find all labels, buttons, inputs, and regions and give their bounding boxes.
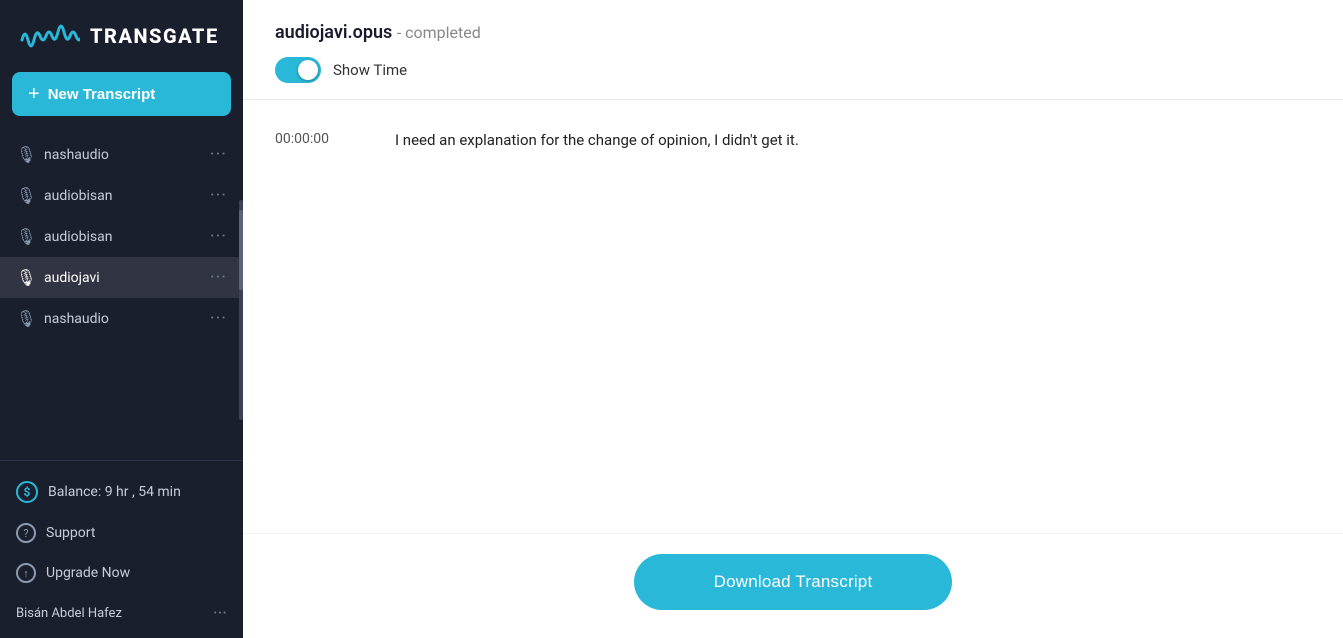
upgrade-label: Upgrade Now: [46, 565, 130, 581]
sidebar-item-label: audiobisan: [44, 188, 200, 204]
mic-icon: 🎙: [16, 145, 34, 164]
balance-icon: $: [16, 481, 38, 503]
file-status-text: - completed: [397, 23, 481, 42]
main-content: audiojavi.opus - completed Show Time 00:…: [243, 0, 1343, 638]
logo-text: TRANSGATE: [90, 24, 219, 48]
sidebar-item-audiobisan1[interactable]: 🎙 audiobisan ···: [0, 175, 243, 216]
logo-wave-icon: [20, 18, 80, 54]
toggle-row: Show Time: [275, 57, 1311, 83]
mic-icon: 🎙: [16, 186, 34, 205]
mic-icon: 🎙: [16, 268, 34, 287]
sidebar-item-nashaudio2[interactable]: 🎙 nashaudio ···: [0, 298, 243, 339]
download-area: Download Transcript: [243, 533, 1343, 638]
sidebar-scrollbar[interactable]: [239, 200, 243, 420]
sidebar-item-label: nashaudio: [44, 147, 200, 163]
show-time-toggle[interactable]: [275, 57, 321, 83]
logo-area: TRANSGATE: [0, 0, 243, 68]
upgrade-icon: ↑: [16, 563, 36, 583]
file-title: audiojavi.opus - completed: [275, 22, 1311, 43]
sidebar-bottom: $ Balance: 9 hr , 54 min ? Support ↑ Upg…: [0, 460, 243, 638]
sidebar-items-list: 🎙 nashaudio ··· 🎙 audiobisan ··· 🎙 audio…: [0, 130, 243, 460]
user-more-icon[interactable]: ···: [213, 603, 227, 624]
sidebar-scrollbar-thumb: [239, 210, 243, 290]
download-transcript-button[interactable]: Download Transcript: [634, 554, 953, 610]
transcript-text: I need an explanation for the change of …: [395, 128, 799, 152]
new-transcript-label: New Transcript: [48, 86, 156, 103]
sidebar: TRANSGATE + New Transcript 🎙 nashaudio ·…: [0, 0, 243, 638]
more-icon[interactable]: ···: [210, 144, 227, 165]
sidebar-support[interactable]: ? Support: [0, 513, 243, 553]
sidebar-item-audiobisan2[interactable]: 🎙 audiobisan ···: [0, 216, 243, 257]
plus-icon: +: [28, 84, 40, 104]
transcript-area: 00:00:00 I need an explanation for the c…: [243, 100, 1343, 533]
support-icon: ?: [16, 523, 36, 543]
user-name: Bisán Abdel Hafez: [16, 606, 203, 621]
main-header: audiojavi.opus - completed Show Time: [243, 0, 1343, 100]
filename: audiojavi.opus: [275, 22, 392, 43]
mic-icon: 🎙: [16, 227, 34, 246]
sidebar-item-label: audiobisan: [44, 229, 200, 245]
transcript-timestamp: 00:00:00: [275, 128, 355, 150]
sidebar-item-label: nashaudio: [44, 311, 200, 327]
support-label: Support: [46, 525, 95, 541]
sidebar-item-audiojavi[interactable]: 🎙 audiojavi ···: [0, 257, 243, 298]
sidebar-item-label: audiojavi: [44, 270, 200, 286]
transcript-line: 00:00:00 I need an explanation for the c…: [275, 128, 1311, 152]
sidebar-item-nashaudio1[interactable]: 🎙 nashaudio ···: [0, 134, 243, 175]
toggle-knob: [298, 60, 318, 80]
user-profile[interactable]: Bisán Abdel Hafez ···: [0, 593, 243, 634]
balance-label: Balance: 9 hr , 54 min: [48, 484, 181, 500]
sidebar-upgrade[interactable]: ↑ Upgrade Now: [0, 553, 243, 593]
more-icon[interactable]: ···: [210, 185, 227, 206]
mic-icon: 🎙: [16, 309, 34, 328]
more-icon[interactable]: ···: [210, 267, 227, 288]
toggle-label: Show Time: [333, 61, 407, 79]
more-icon[interactable]: ···: [210, 308, 227, 329]
more-icon[interactable]: ···: [210, 226, 227, 247]
sidebar-balance: $ Balance: 9 hr , 54 min: [0, 471, 243, 513]
new-transcript-button[interactable]: + New Transcript: [12, 72, 231, 116]
